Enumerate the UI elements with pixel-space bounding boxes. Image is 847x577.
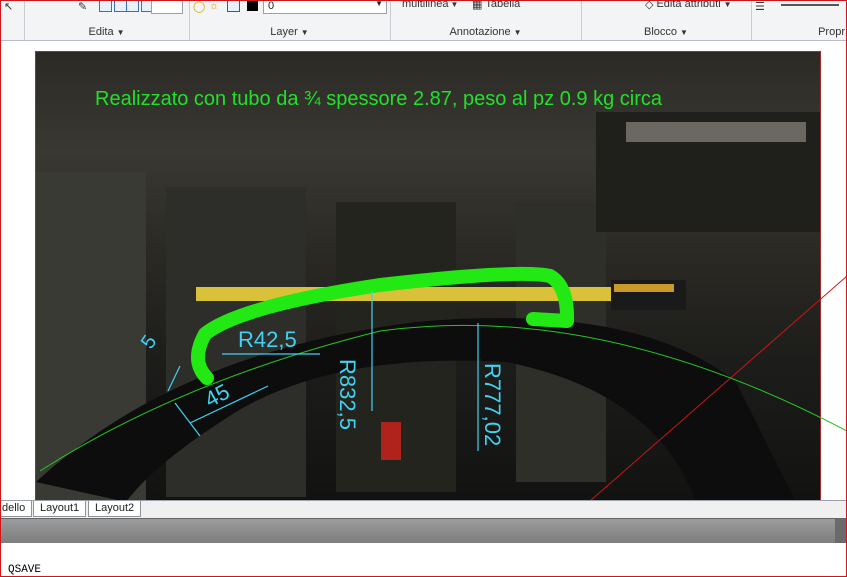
ribbon-group-blocco: ◇ Edita attributi ▼ Blocco ▼ — [581, 0, 752, 40]
ribbon-title-annotazione[interactable]: Annotazione ▼ — [390, 26, 581, 38]
ribbon-title-propr[interactable]: Propr — [751, 26, 847, 38]
ribbon-group-left: ↖ — [0, 0, 25, 40]
command-text: QSAVE — [8, 564, 42, 576]
ribbon-group-annotazione: multilinea ▼ ▦ Tabella Annotazione ▼ — [390, 0, 582, 40]
multiline-button[interactable]: multilinea ▼ — [402, 0, 458, 10]
ribbon-group-edita: ✎ Edita ▼ — [24, 0, 190, 40]
ribbon: ↖ ✎ Edita ▼ ◯ ☼ 0 ▼ Layer ▼ multilinea ▼ ▦ T… — [0, 0, 847, 41]
dimension-r832-5: R832,5 — [335, 359, 360, 430]
caption: Realizzato con tubo da ¾ spessore 2.87, … — [95, 88, 663, 110]
layer-value: 0 — [268, 0, 275, 12]
dimension-r777-02: R777,02 — [480, 363, 505, 447]
horizontal-scrollbar[interactable] — [0, 518, 847, 543]
layout-tabs: dello Layout1 Layout2 — [0, 500, 847, 518]
table-button[interactable]: ▦ Tabella — [472, 0, 520, 11]
chevron-down-icon: ▼ — [375, 0, 383, 8]
tube-shape — [191, 266, 575, 385]
edit-attributes-button[interactable]: ◇ Edita attributi ▼ — [645, 0, 732, 11]
ribbon-title-blocco[interactable]: Blocco ▼ — [581, 26, 751, 38]
cursor-icon[interactable]: ↖ — [4, 0, 13, 13]
tab-model[interactable]: dello — [0, 501, 33, 517]
dimension-lines — [167, 291, 479, 451]
tab-layout1[interactable]: Layout1 — [33, 501, 87, 517]
ribbon-title-layer[interactable]: Layer ▼ — [189, 26, 390, 38]
ribbon-title-edita[interactable]: Edita ▼ — [24, 26, 189, 38]
lightbulb-icon[interactable]: ◯ — [193, 0, 208, 13]
layer-dropdown[interactable]: 0 ▼ — [263, 0, 387, 14]
drawing-canvas[interactable]: Realizzato con tubo da ¾ spessore 2.87, … — [0, 41, 847, 501]
dimension-r42-5: R42,5 — [238, 327, 297, 352]
green-arc — [39, 324, 847, 472]
red-construction-line — [589, 275, 847, 501]
lock-icon[interactable] — [227, 0, 242, 12]
sun-icon[interactable]: ☼ — [209, 0, 222, 12]
layer-color-swatch[interactable] — [244, 0, 261, 12]
scrollbar-end — [835, 519, 847, 543]
lineweight-preview[interactable] — [781, 4, 839, 6]
edit-dropdown[interactable] — [151, 0, 183, 14]
copy-icon[interactable] — [99, 0, 129, 12]
tab-layout2[interactable]: Layout2 — [88, 501, 142, 517]
lines-icon[interactable]: ☰ — [755, 0, 765, 13]
ribbon-group-propr: ☰ Propr — [751, 0, 847, 40]
ribbon-group-layer: ◯ ☼ 0 ▼ Layer ▼ — [189, 0, 391, 40]
attribute-icon: ◇ — [645, 0, 654, 11]
pencil-icon[interactable]: ✎ — [78, 0, 87, 13]
command-line[interactable]: QSAVE — [0, 543, 847, 577]
table-icon: ▦ — [472, 0, 483, 11]
